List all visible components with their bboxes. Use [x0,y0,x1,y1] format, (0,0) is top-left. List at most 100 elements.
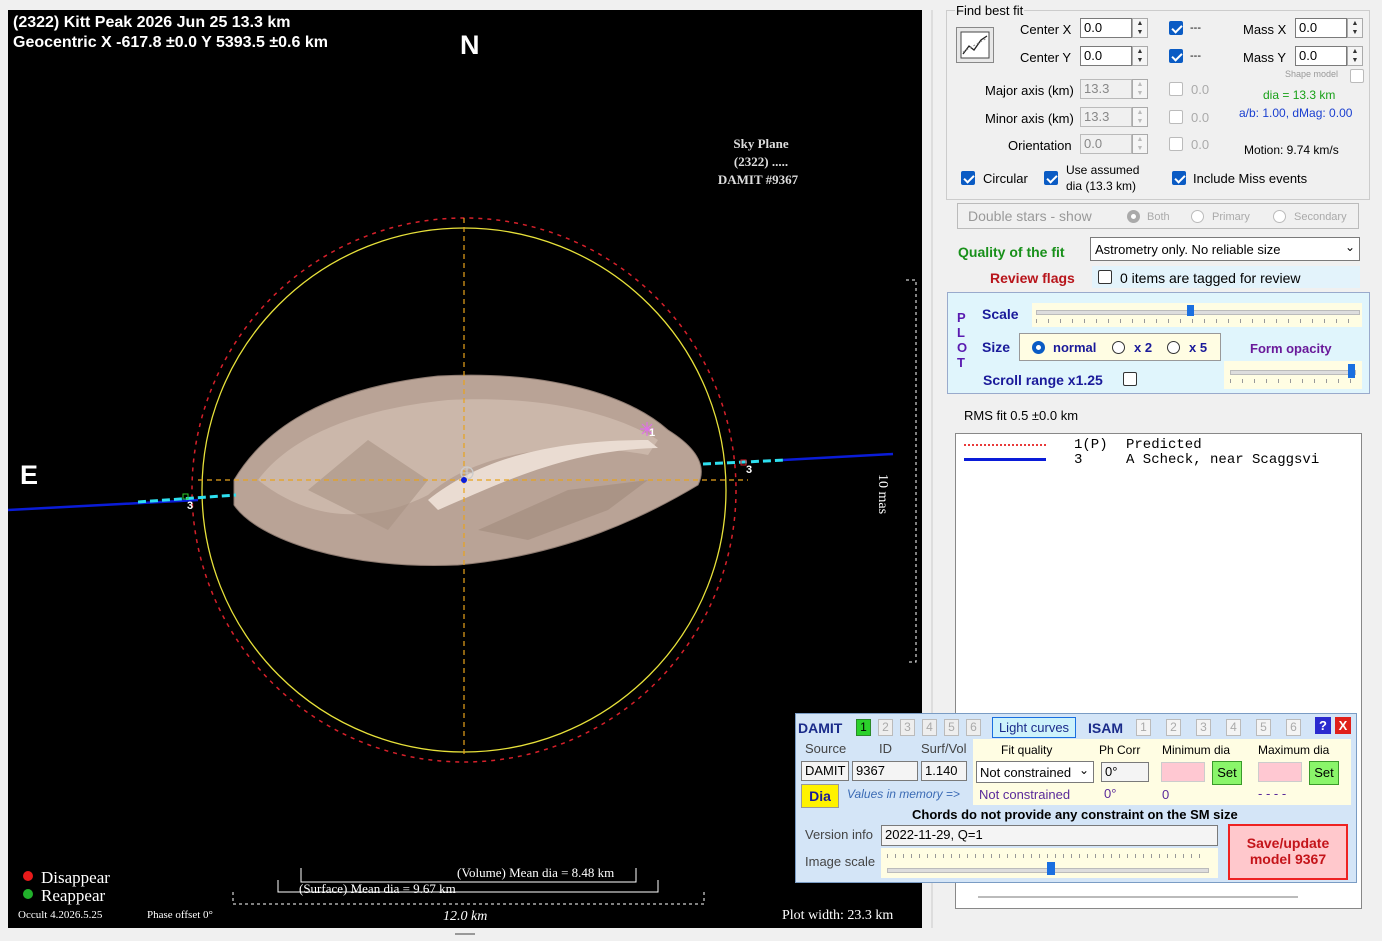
center-x-dash: --- [1190,22,1201,34]
quality-label: Quality of the fit [958,244,1065,260]
mass-y-label: Mass Y [1243,50,1287,65]
orientation-checkbox[interactable] [1169,137,1183,151]
image-scale-thumb[interactable] [1047,862,1055,875]
mass-x-spinner[interactable]: ▲ ▼ [1347,18,1363,38]
scale-slider-thumb[interactable] [1187,305,1195,316]
major-axis-spinner[interactable]: ▲ ▼ [1132,79,1148,99]
size-x5-label: x 5 [1189,340,1208,355]
memory-fit-quality: Not constrained [979,787,1071,802]
damit-tab-5[interactable]: 5 [944,719,959,736]
light-curves-button[interactable]: Light curves [992,717,1076,738]
circular-checkbox[interactable] [961,171,975,185]
max-dia-set-button[interactable]: Set [1309,761,1339,785]
include-miss-checkbox[interactable] [1172,171,1186,185]
size-label: Size [982,339,1011,355]
center-y-input[interactable]: 0.0 [1080,46,1132,66]
opacity-slider-thumb[interactable] [1347,364,1355,378]
scroll-range-label: Scroll range x1.25 [983,372,1103,388]
max-dia-input[interactable] [1258,762,1302,782]
version-info-label: Version info [805,827,873,842]
minor-axis-checkbox[interactable] [1169,110,1183,124]
minor-axis-label: Minor axis (km) [985,111,1074,126]
image-scale-slider[interactable] [881,848,1218,878]
opacity-slider[interactable] [1224,361,1362,389]
mass-x-input[interactable]: 0.0 [1295,18,1347,38]
center-x-spinner[interactable]: ▲ ▼ [1132,18,1148,38]
size-normal-label: normal [1053,340,1097,355]
isam-tab-2[interactable]: 2 [1166,719,1181,736]
reappear-legend: Reappear [41,886,106,905]
damit-tab-2[interactable]: 2 [878,719,893,736]
occultation-plot[interactable]: (2322) Kitt Peak 2026 Jun 25 13.3 km Geo… [8,10,922,928]
mass-y-input[interactable]: 0.0 [1295,46,1347,66]
min-dia-set-button[interactable]: Set [1212,761,1242,785]
scroll-range-checkbox[interactable] [1123,372,1137,386]
size-x2-radio[interactable] [1112,341,1125,354]
quality-value: Astrometry only. No reliable size [1095,242,1281,257]
scale-slider[interactable] [1032,303,1362,327]
use-assumed-label-2: dia (13.3 km) [1066,179,1137,193]
surf-vol-header: Surf/Vol [921,741,967,756]
center-y-dash: --- [1190,50,1201,62]
isam-tab-3[interactable]: 3 [1196,719,1211,736]
orientation-spinner[interactable]: ▲ ▼ [1132,134,1148,154]
minor-axis-spinner[interactable]: ▲ ▼ [1132,107,1148,127]
center-y-spinner[interactable]: ▲ ▼ [1132,46,1148,66]
fit-center-dot [461,477,467,483]
scale-label: Scale [982,306,1019,322]
size-x2-label: x 2 [1134,340,1153,355]
major-axis-checkbox[interactable] [1169,82,1183,96]
radio-primary[interactable] [1191,210,1204,223]
damit-title: DAMIT [798,720,843,736]
damit-tab-3[interactable]: 3 [900,719,915,736]
close-button[interactable]: X [1335,717,1351,734]
bottom-grip[interactable] [455,933,475,935]
fit-button[interactable] [956,27,994,63]
shape-model-checkbox[interactable] [1350,69,1364,83]
size-x5-radio[interactable] [1167,341,1180,354]
minor-axis-input[interactable]: 13.3 [1080,107,1132,127]
radio-both[interactable] [1127,210,1140,223]
min-dia-header: Minimum dia [1162,743,1231,757]
chord-right [782,452,894,462]
geocentric-position: Geocentric X -617.8 ±0.0 Y 5393.5 ±0.6 k… [13,34,328,51]
min-dia-input[interactable] [1161,762,1205,782]
legend-text-3: A Scheck, near Scaggsvi [1126,452,1320,468]
mass-y-spinner[interactable]: ▲ ▼ [1347,46,1363,66]
version-info-field[interactable]: 2022-11-29, Q=1 [881,825,1218,846]
isam-tab-1[interactable]: 1 [1136,719,1151,736]
save-update-button[interactable]: Save/update model 9367 [1228,824,1348,880]
sky-plane-object: (2322) ..... [733,154,789,169]
orientation-label: Orientation [1008,138,1072,153]
fit-quality-header: Fit quality [1001,743,1053,757]
center-y-checkbox[interactable] [1169,49,1183,63]
sky-plane-label: Sky Plane [733,136,789,151]
asteroid-shape-model [233,374,702,567]
radio-secondary[interactable] [1273,210,1286,223]
center-x-input[interactable]: 0.0 [1080,18,1132,38]
major-axis-input[interactable]: 13.3 [1080,79,1132,99]
ph-corr-field[interactable]: 0° [1101,762,1149,782]
major-axis-label: Major axis (km) [985,83,1074,98]
fit-quality-value: Not constrained [980,765,1072,780]
image-scale-label: Image scale [805,854,876,869]
use-assumed-checkbox[interactable] [1044,171,1058,185]
damit-tab-1[interactable]: 1 [856,719,871,736]
dia-button[interactable]: Dia [801,784,839,808]
isam-tab-4[interactable]: 4 [1226,719,1241,736]
orientation-input[interactable]: 0.0 [1080,134,1132,154]
legend-scrollbar[interactable] [978,896,1298,898]
center-x-checkbox[interactable] [1169,21,1183,35]
size-normal-radio[interactable] [1032,341,1045,354]
save-update-label-2: model 9367 [1249,851,1327,867]
quality-select[interactable]: Astrometry only. No reliable size ⌄ [1090,237,1360,261]
help-button[interactable]: ? [1315,717,1331,734]
isam-tab-5[interactable]: 5 [1256,719,1271,736]
chart-icon [960,31,990,59]
isam-tab-6[interactable]: 6 [1286,719,1301,736]
damit-tab-4[interactable]: 4 [922,719,937,736]
review-flags-checkbox[interactable] [1098,270,1112,284]
review-flags-value: 0 items are tagged for review [1120,270,1301,286]
damit-tab-6[interactable]: 6 [966,719,981,736]
fit-quality-select[interactable]: Not constrained ⌄ [976,761,1094,783]
